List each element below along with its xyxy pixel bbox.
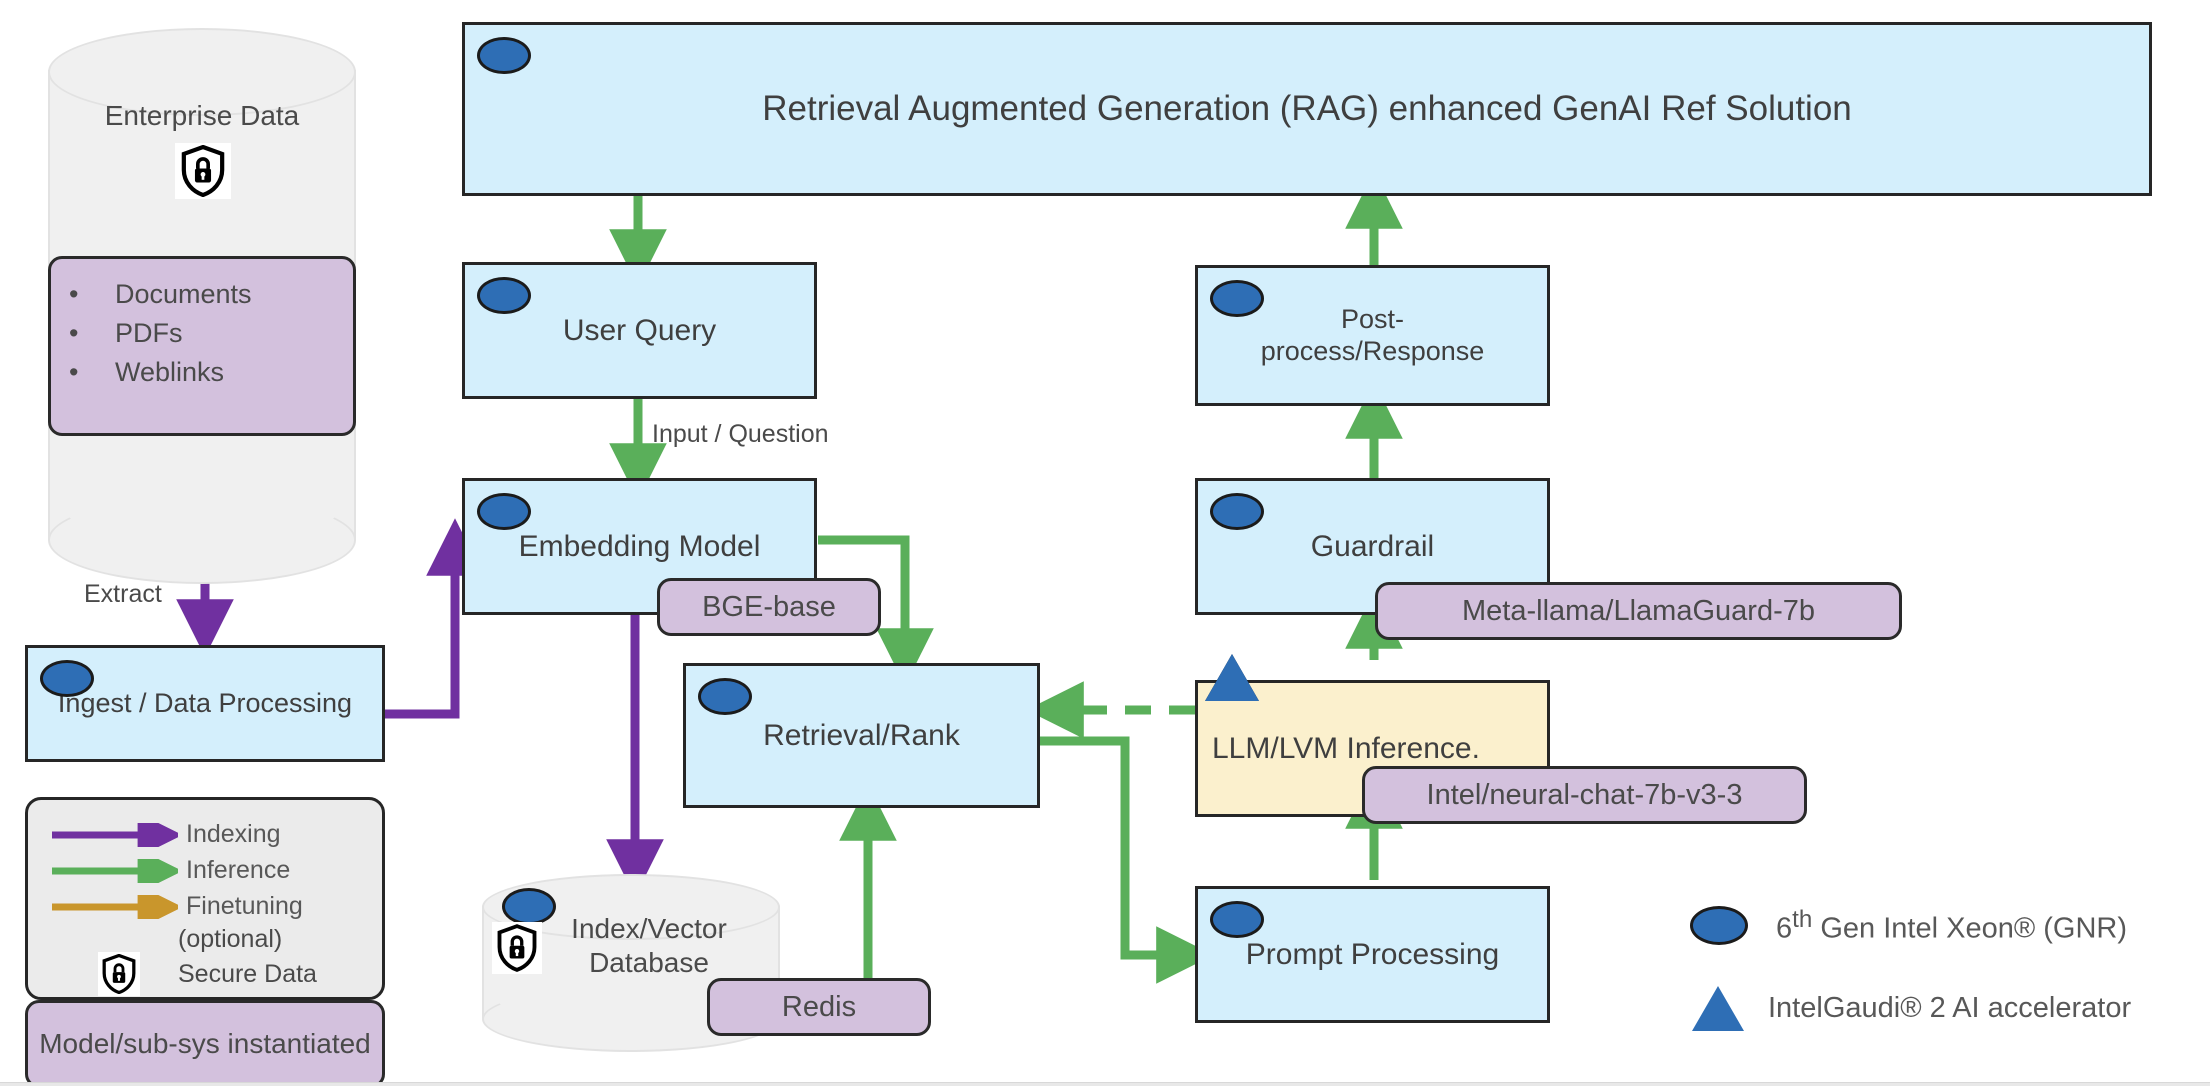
node-label: Prompt Processing <box>1245 937 1500 971</box>
bullet-dot: • <box>69 318 79 349</box>
data-type-label: Documents <box>115 279 252 309</box>
xeon-marker-icon <box>698 678 752 715</box>
banner-rag-solution[interactable]: Retrieval Augmented Generation (RAG) enh… <box>462 22 2152 196</box>
node-label: Guardrail <box>1310 529 1435 563</box>
enterprise-data-cylinder-bottom <box>48 496 356 584</box>
xeon-marker-icon <box>477 493 531 530</box>
shield-lock-glyph <box>181 145 225 197</box>
legend-model-instantiated-pill: Model/sub-sys instantiated <box>25 1000 385 1086</box>
node-label: LLM/LVM Inference. <box>1212 731 1480 765</box>
xeon-marker-icon <box>1210 280 1264 317</box>
gaudi-marker-icon <box>1205 654 1259 701</box>
edge-retrieval-to-prompt <box>1040 736 1214 984</box>
node-label: Ingest / Data Processing <box>57 687 353 718</box>
node-label: Post-process/Response <box>1260 303 1485 366</box>
hw-legend-label: IntelGaudi® 2 AI accelerator <box>1768 992 2132 1024</box>
edge-label-extract: Extract <box>84 580 162 608</box>
shield-lock-glyph <box>102 954 136 994</box>
legend-row-inference: Inference <box>48 856 368 885</box>
node-retrieval-rank[interactable]: Retrieval/Rank <box>683 663 1040 808</box>
node-ingest-data-processing[interactable]: Ingest / Data Processing <box>25 645 385 762</box>
hw-legend-row-xeon: 6th Gen Intel Xeon® (GNR) <box>1690 906 2127 946</box>
pill-label: Meta-llama/LlamaGuard-7b <box>1462 594 1815 627</box>
legend-row-finetuning: Finetuning <box>48 892 368 921</box>
legend-secure-data-label: Secure Data <box>178 960 317 988</box>
ellipse-icon <box>1690 906 1748 946</box>
hw-legend-label: 6th Gen Intel Xeon® (GNR) <box>1776 906 2128 945</box>
data-type-label: PDFs <box>115 318 183 349</box>
node-post-process-response[interactable]: Post-process/Response <box>1195 265 1550 406</box>
node-label: Retrieval/Rank <box>763 718 960 752</box>
data-type-item: • Documents <box>69 275 353 314</box>
bullet-dot: • <box>69 357 79 388</box>
data-types-pill: • Documents • PDFs • Weblinks <box>48 256 356 436</box>
bottom-divider <box>0 1082 2210 1086</box>
legend-label: Indexing <box>186 820 281 848</box>
node-label: User Query <box>562 313 717 347</box>
diagram-canvas: Enterprise Data • Documents • PDFs • Web… <box>0 0 2210 1086</box>
bullet-dot: • <box>69 279 79 309</box>
banner-label: Retrieval Augmented Generation (RAG) enh… <box>762 89 1852 129</box>
xeon-marker-icon <box>1210 493 1264 530</box>
data-type-item: • Weblinks <box>69 353 353 392</box>
triangle-icon <box>1692 986 1744 1031</box>
xeon-marker-icon <box>40 660 94 697</box>
index-vector-db-label: Index/Vector Database <box>571 913 727 978</box>
legend-label: Finetuning <box>186 892 303 920</box>
pill-label: BGE-base <box>702 590 836 623</box>
legend-row-indexing: Indexing <box>48 820 368 849</box>
legend-label: Inference <box>186 856 291 884</box>
data-type-item: • PDFs <box>69 314 353 353</box>
edge-ingest-to-embedding <box>385 518 484 719</box>
secure-data-shield-icon <box>175 143 231 199</box>
node-prompt-processing[interactable]: Prompt Processing <box>1195 886 1550 1023</box>
pill-llamaguard: Meta-llama/LlamaGuard-7b <box>1375 582 1902 640</box>
pill-redis: Redis <box>707 978 931 1036</box>
pill-bge-base: BGE-base <box>657 578 881 636</box>
legend-pill-label: Model/sub-sys instantiated <box>39 1028 371 1060</box>
indexing-arrow-icon <box>52 822 178 847</box>
legend-optional-note: (optional) <box>178 925 283 953</box>
xeon-marker-icon <box>1210 901 1264 938</box>
edge-label-input-question: Input / Question <box>652 420 829 448</box>
finetuning-arrow-icon <box>52 894 178 919</box>
inference-arrow-icon <box>52 858 178 883</box>
xeon-marker-icon <box>477 277 531 314</box>
hw-legend-row-gaudi: IntelGaudi® 2 AI accelerator <box>1690 986 2131 1031</box>
xeon-marker-icon <box>477 37 531 74</box>
data-type-label: Weblinks <box>115 357 225 388</box>
pill-label: Redis <box>781 990 857 1023</box>
legend-secure-data-shield-icon <box>98 952 140 996</box>
node-user-query[interactable]: User Query <box>462 262 817 399</box>
node-label: Embedding Model <box>518 529 761 563</box>
enterprise-data-label: Enterprise Data <box>104 100 300 131</box>
pill-label: Intel/neural-chat-7b-v3-3 <box>1426 778 1743 811</box>
pill-neural-chat: Intel/neural-chat-7b-v3-3 <box>1362 766 1807 824</box>
